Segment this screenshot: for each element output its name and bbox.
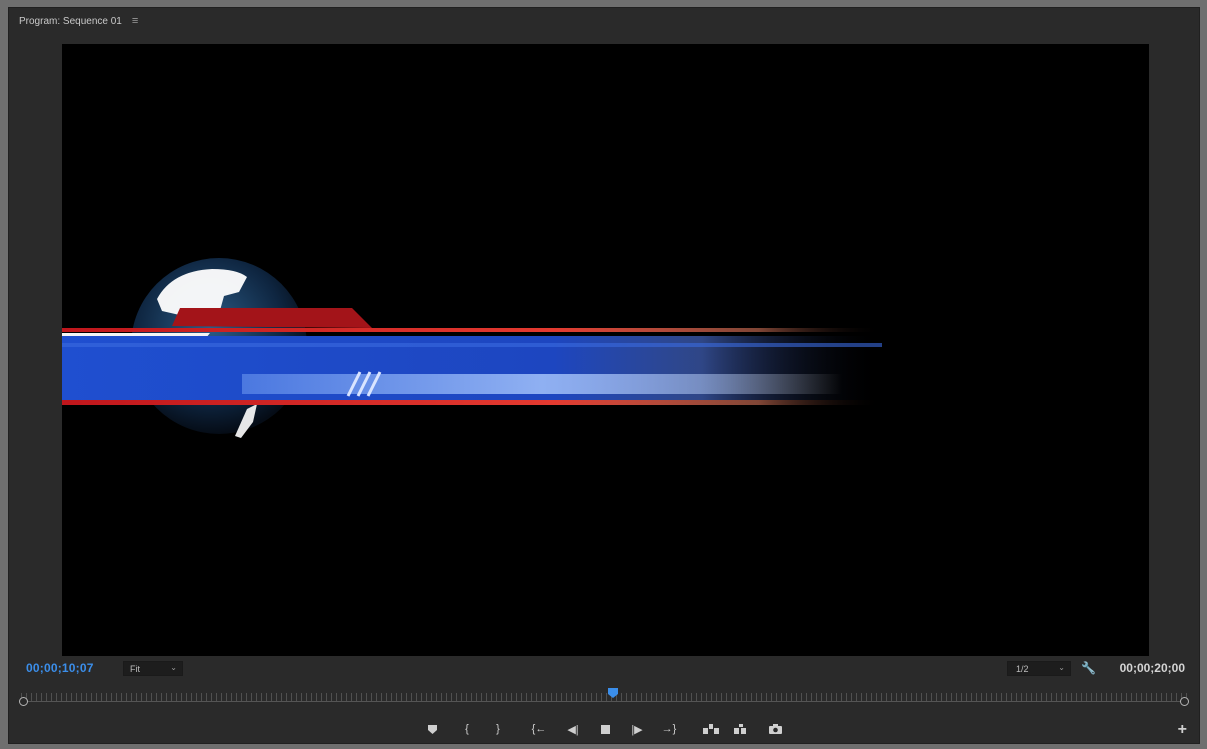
zoom-level-value: Fit — [130, 663, 140, 674]
duration-timecode: 00;00;20;00 — [1119, 661, 1185, 675]
step-back-icon[interactable]: ◀| — [564, 720, 582, 738]
chevron-down-icon: ⌄ — [170, 663, 177, 672]
ruler-baseline — [21, 701, 1187, 702]
go-to-in-icon[interactable]: {← — [530, 720, 548, 738]
program-monitor-panel: Program: Sequence 01 ≡ 00;00;10;07 Fit ⌄… — [8, 7, 1200, 744]
transport-controls: { } {← ◀| |▶ →} — [9, 720, 1199, 740]
timecode-row: 00;00;10;07 Fit ⌄ 1/2 ⌄ 🔧 00;00;20;00 — [9, 661, 1199, 679]
mark-in-icon[interactable]: { — [458, 720, 476, 738]
resolution-value: 1/2 — [1016, 663, 1029, 674]
panel-title[interactable]: Program: Sequence 01 — [19, 16, 122, 27]
extract-icon[interactable] — [733, 720, 751, 738]
time-ruler[interactable] — [21, 688, 1187, 704]
stop-icon[interactable] — [596, 720, 614, 738]
wrench-icon[interactable]: 🔧 — [1081, 661, 1096, 675]
playback-resolution-select[interactable]: 1/2 ⌄ — [1007, 661, 1071, 676]
program-viewer[interactable] — [62, 44, 1149, 656]
zoom-scroll-handle-left[interactable] — [19, 697, 28, 706]
mark-out-icon[interactable]: } — [489, 720, 507, 738]
chevron-down-icon: ⌄ — [1058, 663, 1065, 672]
button-editor-add-icon[interactable]: + — [1178, 721, 1187, 739]
add-marker-icon[interactable] — [423, 720, 441, 738]
panel-header: Program: Sequence 01 ≡ — [9, 8, 1199, 34]
current-timecode[interactable]: 00;00;10;07 — [26, 661, 94, 675]
go-to-out-icon[interactable]: →} — [660, 720, 678, 738]
playhead-handle[interactable] — [608, 688, 619, 698]
zoom-scroll-handle-right[interactable] — [1180, 697, 1189, 706]
step-forward-icon[interactable]: |▶ — [628, 720, 646, 738]
export-frame-icon[interactable] — [766, 720, 784, 738]
lift-icon[interactable] — [702, 720, 720, 738]
lower-third-graphic — [62, 258, 882, 438]
zoom-level-select[interactable]: Fit ⌄ — [123, 661, 183, 676]
hamburger-menu-icon[interactable]: ≡ — [132, 15, 138, 27]
